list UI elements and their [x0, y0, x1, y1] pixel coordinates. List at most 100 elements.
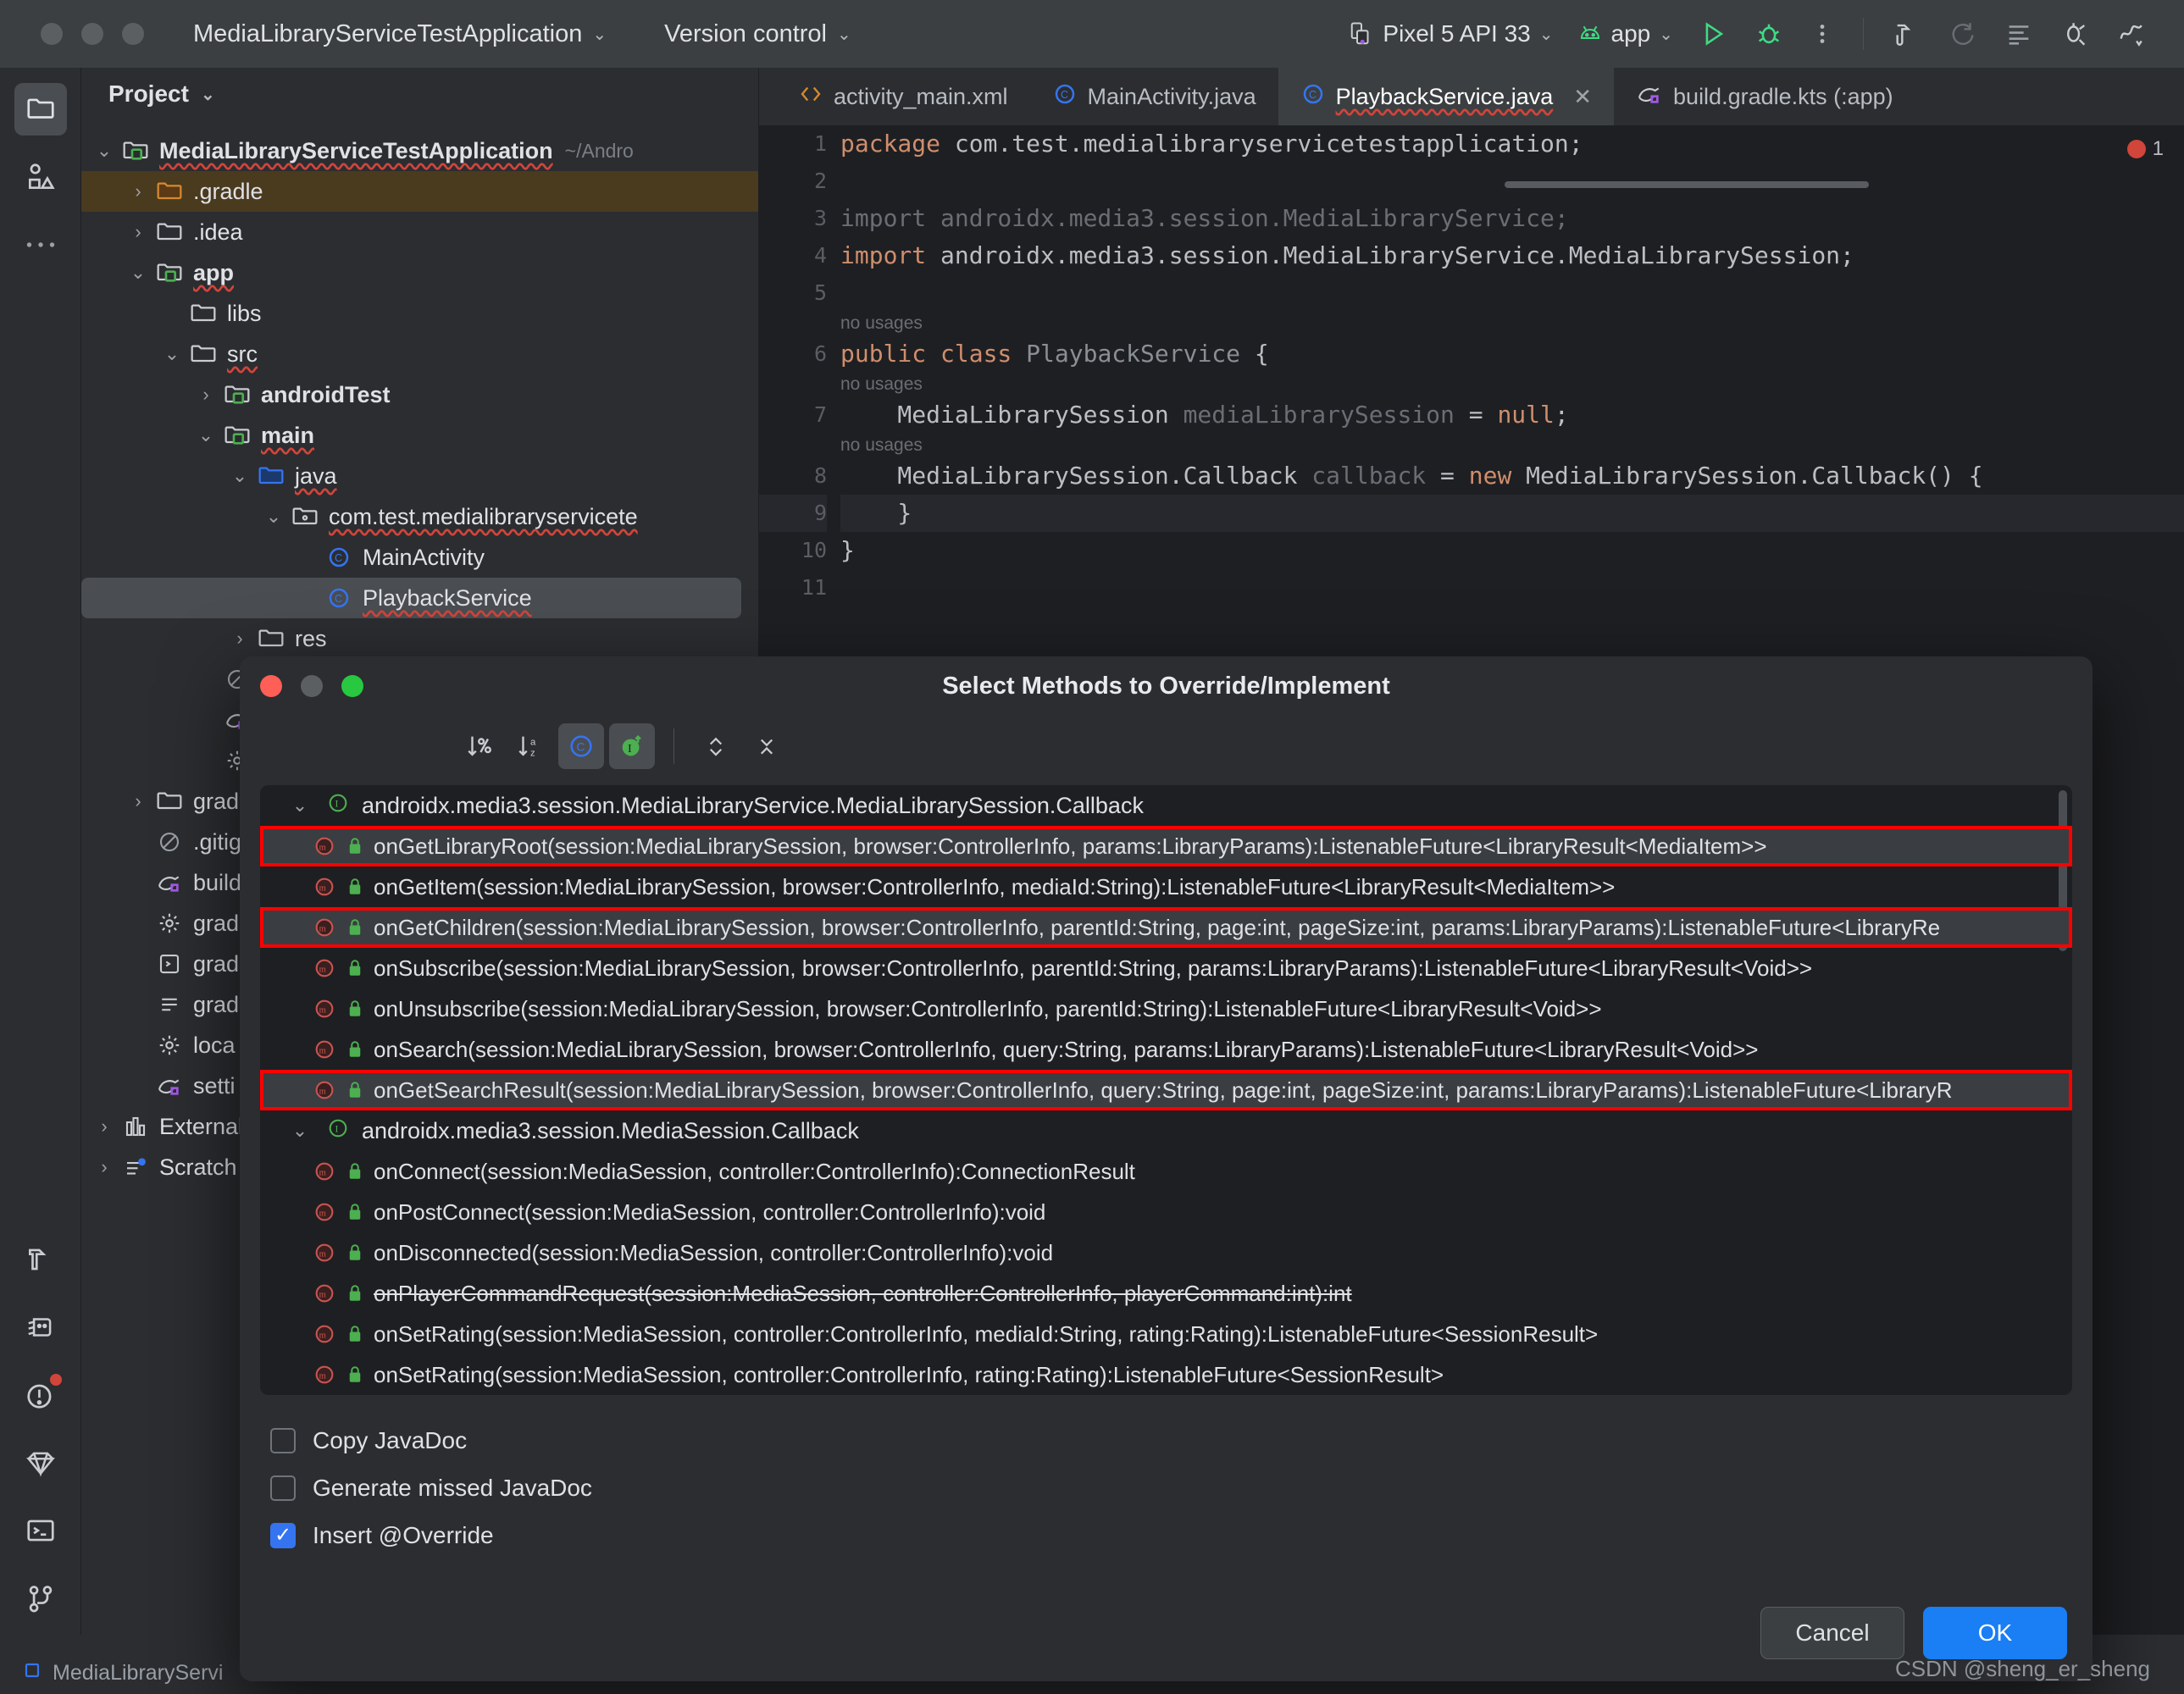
- methods-list[interactable]: ⌄Iandroidx.media3.session.MediaLibrarySe…: [260, 785, 2072, 1395]
- sidebar-item-gradle[interactable]: [14, 1301, 67, 1354]
- dialog-maximize-button[interactable]: [341, 675, 363, 697]
- code-line[interactable]: import androidx.media3.session.MediaLibr…: [840, 237, 2184, 274]
- code-line[interactable]: }: [840, 495, 2184, 532]
- dialog-option[interactable]: Generate missed JavaDoc: [270, 1464, 2093, 1512]
- chevron-down-icon[interactable]: ⌄: [191, 424, 220, 446]
- sort-by-visibility-icon[interactable]: [457, 723, 502, 769]
- more-actions-button[interactable]: [1797, 11, 1848, 57]
- code-line[interactable]: MediaLibrarySession.Callback callback = …: [840, 457, 2184, 495]
- minimize-window-button[interactable]: [81, 23, 103, 45]
- run-button[interactable]: [1685, 11, 1741, 57]
- method-list-item[interactable]: monSetRating(session:MediaSession, contr…: [260, 1314, 2072, 1354]
- checkbox[interactable]: [270, 1475, 296, 1501]
- profiler-icon[interactable]: [2047, 11, 2103, 57]
- build-hammer-icon[interactable]: [1879, 11, 1935, 57]
- dialog-option[interactable]: ✓Insert @Override: [270, 1512, 2093, 1559]
- dialog-option[interactable]: Copy JavaDoc: [270, 1417, 2093, 1464]
- tree-node[interactable]: CMainActivity: [81, 537, 758, 578]
- chevron-right-icon[interactable]: ›: [124, 790, 152, 812]
- sidebar-item-terminal[interactable]: [14, 1504, 67, 1557]
- sidebar-item-more[interactable]: [14, 219, 67, 271]
- chevron-right-icon[interactable]: ›: [124, 221, 152, 243]
- tree-node[interactable]: ⌄app: [81, 252, 758, 293]
- editor-tab[interactable]: activity_main.xml: [776, 68, 1030, 125]
- method-list-item[interactable]: monSubscribe(session:MediaLibrarySession…: [260, 948, 2072, 988]
- chevron-right-icon[interactable]: ›: [90, 1115, 119, 1138]
- device-selector[interactable]: Pixel 5 API 33 ⌄: [1337, 12, 1565, 56]
- tree-node[interactable]: ⌄main: [81, 415, 758, 456]
- method-list-item[interactable]: monConnect(session:MediaSession, control…: [260, 1151, 2072, 1192]
- chevron-right-icon[interactable]: ›: [90, 1156, 119, 1178]
- chevron-down-icon[interactable]: ⌄: [225, 465, 254, 487]
- cancel-button[interactable]: Cancel: [1760, 1607, 1904, 1659]
- sidebar-item-gemini[interactable]: [14, 1437, 67, 1489]
- code-line[interactable]: [840, 569, 2184, 606]
- method-group-header[interactable]: ⌄Iandroidx.media3.session.MediaLibrarySe…: [260, 785, 2072, 826]
- code-line[interactable]: public class PlaybackService {: [840, 335, 2184, 373]
- method-list-item[interactable]: monUnsubscribe(session:MediaLibrarySessi…: [260, 988, 2072, 1029]
- chevron-down-icon[interactable]: ⌄: [90, 140, 119, 162]
- tree-node[interactable]: ⌄src: [81, 334, 758, 374]
- checkbox[interactable]: ✓: [270, 1523, 296, 1548]
- method-list-item[interactable]: monGetChildren(session:MediaLibrarySessi…: [260, 907, 2072, 948]
- tree-node[interactable]: ›.gradle: [81, 171, 758, 212]
- method-list-item[interactable]: monPlayerCommandRequest(session:MediaSes…: [260, 1273, 2072, 1314]
- ok-button[interactable]: OK: [1923, 1607, 2067, 1659]
- code-line[interactable]: }: [840, 532, 2184, 569]
- editor-tab[interactable]: CPlaybackService.java✕: [1278, 68, 1614, 125]
- tree-node[interactable]: ›androidTest: [81, 374, 758, 415]
- macos-traffic-lights[interactable]: [41, 23, 144, 45]
- show-inherited-icon[interactable]: I: [609, 723, 655, 769]
- tree-node[interactable]: ⌄com.test.medialibraryservicete: [81, 496, 758, 537]
- maximize-window-button[interactable]: [122, 23, 144, 45]
- checkbox[interactable]: [270, 1428, 296, 1453]
- sort-alphabetically-icon[interactable]: a z: [507, 723, 553, 769]
- code-content[interactable]: package com.test.medialibraryservicetest…: [840, 125, 2184, 606]
- tree-node[interactable]: CPlaybackService: [81, 578, 741, 618]
- code-line[interactable]: import androidx.media3.session.MediaLibr…: [840, 200, 2184, 237]
- close-icon[interactable]: ✕: [1573, 84, 1592, 110]
- logcat-icon[interactable]: [2103, 11, 2159, 57]
- layout-inspector-icon[interactable]: [1991, 11, 2047, 57]
- method-list-item[interactable]: monPostConnect(session:MediaSession, con…: [260, 1192, 2072, 1232]
- sidebar-item-version-control[interactable]: [14, 1572, 67, 1625]
- chevron-down-icon[interactable]: ⌄: [158, 343, 186, 365]
- method-list-item[interactable]: monSetRating(session:MediaSession, contr…: [260, 1354, 2072, 1395]
- editor-tab[interactable]: build.gradle.kts (:app): [1614, 68, 1915, 125]
- code-line[interactable]: [840, 274, 2184, 312]
- chevron-down-icon[interactable]: ⌄: [259, 506, 288, 528]
- version-control-menu[interactable]: Version control ⌄: [656, 14, 860, 55]
- method-list-item[interactable]: monGetLibraryRoot(session:MediaLibrarySe…: [260, 826, 2072, 866]
- tree-node[interactable]: ⌄java: [81, 456, 758, 496]
- chevron-down-icon[interactable]: ⌄: [285, 794, 314, 817]
- editor-tab-strip[interactable]: activity_main.xmlCMainActivity.javaCPlay…: [759, 68, 2184, 125]
- sidebar-item-project[interactable]: [14, 83, 67, 136]
- dialog-close-button[interactable]: [260, 675, 282, 697]
- code-line[interactable]: package com.test.medialibraryservicetest…: [840, 125, 2184, 163]
- tree-node[interactable]: ⌄MediaLibraryServiceTestApplication~/And…: [81, 130, 758, 171]
- close-window-button[interactable]: [41, 23, 63, 45]
- chevron-down-icon[interactable]: ⌄: [124, 262, 152, 284]
- editor-tab[interactable]: CMainActivity.java: [1030, 68, 1278, 125]
- chevron-right-icon[interactable]: ›: [225, 628, 254, 650]
- collapse-all-icon[interactable]: [744, 723, 790, 769]
- sidebar-item-structure[interactable]: [14, 151, 67, 203]
- sidebar-item-build[interactable]: [14, 1233, 67, 1286]
- run-configuration-selector[interactable]: app ⌄: [1566, 12, 1685, 56]
- code-line[interactable]: MediaLibrarySession mediaLibrarySession …: [840, 396, 2184, 434]
- code-line[interactable]: [840, 163, 2184, 200]
- chevron-right-icon[interactable]: ›: [191, 384, 220, 406]
- tree-node[interactable]: libs: [81, 293, 758, 334]
- chevron-down-icon[interactable]: ⌄: [285, 1120, 314, 1142]
- method-list-item[interactable]: monDisconnected(session:MediaSession, co…: [260, 1232, 2072, 1273]
- dialog-minimize-button[interactable]: [301, 675, 323, 697]
- expand-all-icon[interactable]: [693, 723, 739, 769]
- project-name-menu[interactable]: MediaLibraryServiceTestApplication ⌄: [185, 14, 615, 55]
- method-list-item[interactable]: monGetItem(session:MediaLibrarySession, …: [260, 866, 2072, 907]
- project-panel-header[interactable]: Project ⌄: [81, 68, 758, 120]
- method-group-header[interactable]: ⌄Iandroidx.media3.session.MediaSession.C…: [260, 1110, 2072, 1151]
- tree-node[interactable]: ›res: [81, 618, 758, 659]
- show-classes-icon[interactable]: C: [558, 723, 604, 769]
- dialog-traffic-lights[interactable]: [260, 675, 363, 697]
- method-list-item[interactable]: monSearch(session:MediaLibrarySession, b…: [260, 1029, 2072, 1070]
